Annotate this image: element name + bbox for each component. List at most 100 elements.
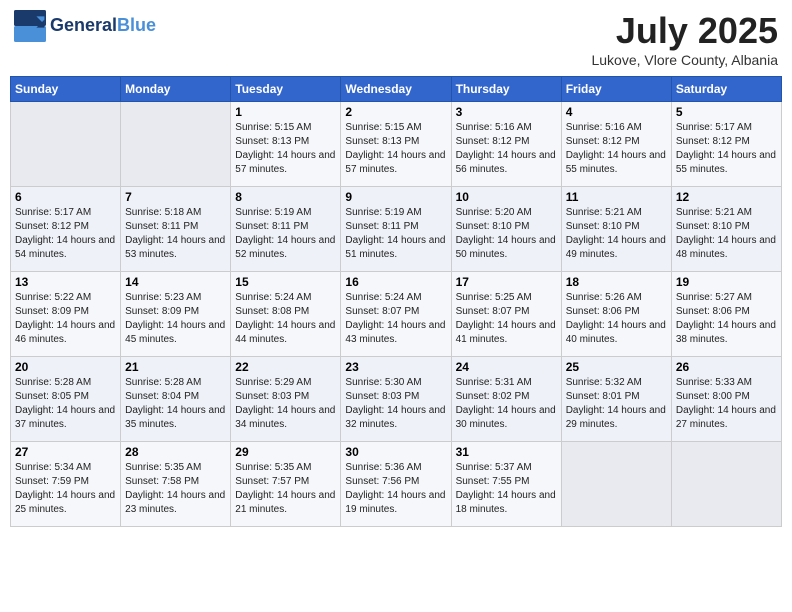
- calendar-day-cell: 15 Sunrise: 5:24 AMSunset: 8:08 PMDayligh…: [231, 272, 341, 357]
- day-info: Sunrise: 5:18 AMSunset: 8:11 PMDaylight:…: [125, 206, 226, 262]
- day-info: Sunrise: 5:20 AMSunset: 8:10 PMDaylight:…: [456, 206, 557, 262]
- calendar-day-cell: 11 Sunrise: 5:21 AMSunset: 8:10 PMDayligh…: [561, 187, 671, 272]
- day-number: 31: [456, 445, 557, 459]
- day-number: 10: [456, 190, 557, 204]
- calendar-day-cell: 1Sunrise: 5:15 AMSunset: 8:13 PMDaylight…: [231, 102, 341, 187]
- day-number: 16: [345, 275, 446, 289]
- calendar-day-cell: 14 Sunrise: 5:23 AMSunset: 8:09 PMDayligh…: [121, 272, 231, 357]
- day-number: 27: [15, 445, 116, 459]
- calendar-day-cell: 31 Sunrise: 5:37 AMSunset: 7:55 PMDayligh…: [451, 442, 561, 527]
- day-of-week-header: Wednesday: [341, 77, 451, 102]
- calendar-day-cell: 5 Sunrise: 5:17 AMSunset: 8:12 PMDaylight…: [671, 102, 781, 187]
- day-info: Sunrise: 5:28 AMSunset: 8:05 PMDaylight:…: [15, 376, 116, 432]
- logo-text: GeneralBlue: [50, 16, 156, 36]
- calendar-header-row: SundayMondayTuesdayWednesdayThursdayFrid…: [11, 77, 782, 102]
- day-number: 1: [235, 105, 336, 119]
- day-number: 11: [566, 190, 667, 204]
- day-number: 9: [345, 190, 446, 204]
- day-of-week-header: Thursday: [451, 77, 561, 102]
- day-info: Sunrise: 5:16 AMSunset: 8:12 PMDaylight:…: [566, 121, 667, 177]
- calendar-day-cell: 19 Sunrise: 5:27 AMSunset: 8:06 PMDayligh…: [671, 272, 781, 357]
- location: Lukove, Vlore County, Albania: [591, 52, 778, 68]
- calendar-day-cell: 4 Sunrise: 5:16 AMSunset: 8:12 PMDaylight…: [561, 102, 671, 187]
- day-number: 3: [456, 105, 557, 119]
- calendar-body: 1 Sunrise: 5:15 AMSunset: 8:13 PMDaylight…: [11, 102, 782, 527]
- logo-icon: [14, 10, 46, 42]
- day-info: Sunrise: 5:19 AMSunset: 8:11 PMDaylight:…: [345, 206, 446, 262]
- day-number: 5: [676, 105, 777, 119]
- day-info: Sunrise: 5:27 AMSunset: 8:06 PMDaylight:…: [676, 291, 777, 347]
- calendar-day-cell: 22Sunrise: 5:29 AMSunset: 8:03 PMDayligh…: [231, 357, 341, 442]
- calendar-day-cell: 10 Sunrise: 5:20 AMSunset: 8:10 PMDayligh…: [451, 187, 561, 272]
- calendar-day-cell: [671, 442, 781, 527]
- day-number: 25: [566, 360, 667, 374]
- calendar-week-row: 6 Sunrise: 5:17 AMSunset: 8:12 PMDaylight…: [11, 187, 782, 272]
- day-info: Sunrise: 5:26 AMSunset: 8:06 PMDaylight:…: [566, 291, 667, 347]
- calendar-day-cell: 2 Sunrise: 5:15 AMSunset: 8:13 PMDaylight…: [341, 102, 451, 187]
- day-number: 30: [345, 445, 446, 459]
- day-of-week-header: Tuesday: [231, 77, 341, 102]
- calendar-day-cell: 21 Sunrise: 5:28 AMSunset: 8:04 PMDayligh…: [121, 357, 231, 442]
- day-number: 21: [125, 360, 226, 374]
- day-info: Sunrise: 5:21 AMSunset: 8:10 PMDaylight:…: [676, 206, 777, 262]
- logo: GeneralBlue: [14, 10, 156, 42]
- day-info: Sunrise: 5:35 AMSunset: 7:57 PMDaylight:…: [235, 461, 336, 517]
- day-info: Sunrise: 5:24 AMSunset: 8:07 PMDaylight:…: [345, 291, 446, 347]
- calendar-day-cell: 18 Sunrise: 5:26 AMSunset: 8:06 PMDayligh…: [561, 272, 671, 357]
- calendar-day-cell: 3 Sunrise: 5:16 AMSunset: 8:12 PMDaylight…: [451, 102, 561, 187]
- day-info: Sunrise: 5:22 AMSunset: 8:09 PMDaylight:…: [15, 291, 116, 347]
- calendar-day-cell: 25Sunrise: 5:32 AMSunset: 8:01 PMDayligh…: [561, 357, 671, 442]
- day-number: 4: [566, 105, 667, 119]
- day-number: 24: [456, 360, 557, 374]
- day-info: Sunrise: 5:23 AMSunset: 8:09 PMDaylight:…: [125, 291, 226, 347]
- day-info: Sunrise: 5:35 AMSunset: 7:58 PMDaylight:…: [125, 461, 226, 517]
- day-number: 2: [345, 105, 446, 119]
- day-number: 17: [456, 275, 557, 289]
- month-year: July 2025: [591, 10, 778, 52]
- calendar-day-cell: 23Sunrise: 5:30 AMSunset: 8:03 PMDayligh…: [341, 357, 451, 442]
- calendar-day-cell: 7 Sunrise: 5:18 AMSunset: 8:11 PMDaylight…: [121, 187, 231, 272]
- calendar-day-cell: [561, 442, 671, 527]
- day-number: 29: [235, 445, 336, 459]
- calendar-day-cell: 12Sunrise: 5:21 AMSunset: 8:10 PMDayligh…: [671, 187, 781, 272]
- day-of-week-header: Monday: [121, 77, 231, 102]
- calendar-day-cell: 13Sunrise: 5:22 AMSunset: 8:09 PMDayligh…: [11, 272, 121, 357]
- day-info: Sunrise: 5:37 AMSunset: 7:55 PMDaylight:…: [456, 461, 557, 517]
- calendar-day-cell: 8 Sunrise: 5:19 AMSunset: 8:11 PMDaylight…: [231, 187, 341, 272]
- day-info: Sunrise: 5:24 AMSunset: 8:08 PMDaylight:…: [235, 291, 336, 347]
- calendar-day-cell: 28 Sunrise: 5:35 AMSunset: 7:58 PMDayligh…: [121, 442, 231, 527]
- calendar-day-cell: 24Sunrise: 5:31 AMSunset: 8:02 PMDayligh…: [451, 357, 561, 442]
- day-number: 28: [125, 445, 226, 459]
- day-of-week-header: Saturday: [671, 77, 781, 102]
- page-header: GeneralBlue July 2025 Lukove, Vlore Coun…: [10, 10, 782, 68]
- calendar-week-row: 1 Sunrise: 5:15 AMSunset: 8:13 PMDaylight…: [11, 102, 782, 187]
- day-number: 7: [125, 190, 226, 204]
- day-info: Sunrise: 5:16 AMSunset: 8:12 PMDaylight:…: [456, 121, 557, 177]
- calendar-week-row: 13Sunrise: 5:22 AMSunset: 8:09 PMDayligh…: [11, 272, 782, 357]
- calendar-day-cell: 30Sunrise: 5:36 AMSunset: 7:56 PMDayligh…: [341, 442, 451, 527]
- title-block: July 2025 Lukove, Vlore County, Albania: [591, 10, 778, 68]
- day-number: 18: [566, 275, 667, 289]
- day-info: Sunrise: 5:17 AMSunset: 8:12 PMDaylight:…: [676, 121, 777, 177]
- day-number: 8: [235, 190, 336, 204]
- day-of-week-header: Sunday: [11, 77, 121, 102]
- day-number: 19: [676, 275, 777, 289]
- day-info: Sunrise: 5:17 AMSunset: 8:12 PMDaylight:…: [15, 206, 116, 262]
- day-number: 6: [15, 190, 116, 204]
- day-info: Sunrise: 5:19 AMSunset: 8:11 PMDaylight:…: [235, 206, 336, 262]
- day-number: 15: [235, 275, 336, 289]
- day-info: Sunrise: 5:34 AMSunset: 7:59 PMDaylight:…: [15, 461, 116, 517]
- day-info: Sunrise: 5:33 AMSunset: 8:00 PMDaylight:…: [676, 376, 777, 432]
- calendar-day-cell: 6 Sunrise: 5:17 AMSunset: 8:12 PMDaylight…: [11, 187, 121, 272]
- calendar-day-cell: [11, 102, 121, 187]
- calendar-day-cell: 16 Sunrise: 5:24 AMSunset: 8:07 PMDayligh…: [341, 272, 451, 357]
- day-number: 20: [15, 360, 116, 374]
- day-info: Sunrise: 5:25 AMSunset: 8:07 PMDaylight:…: [456, 291, 557, 347]
- calendar-day-cell: 20 Sunrise: 5:28 AMSunset: 8:05 PMDayligh…: [11, 357, 121, 442]
- day-info: Sunrise: 5:28 AMSunset: 8:04 PMDaylight:…: [125, 376, 226, 432]
- day-number: 14: [125, 275, 226, 289]
- day-info: Sunrise: 5:15 AMSunset: 8:13 PMDaylight:…: [345, 121, 446, 177]
- day-info: Sunrise: 5:21 AMSunset: 8:10 PMDaylight:…: [566, 206, 667, 262]
- calendar-table: SundayMondayTuesdayWednesdayThursdayFrid…: [10, 76, 782, 527]
- calendar-day-cell: 17 Sunrise: 5:25 AMSunset: 8:07 PMDayligh…: [451, 272, 561, 357]
